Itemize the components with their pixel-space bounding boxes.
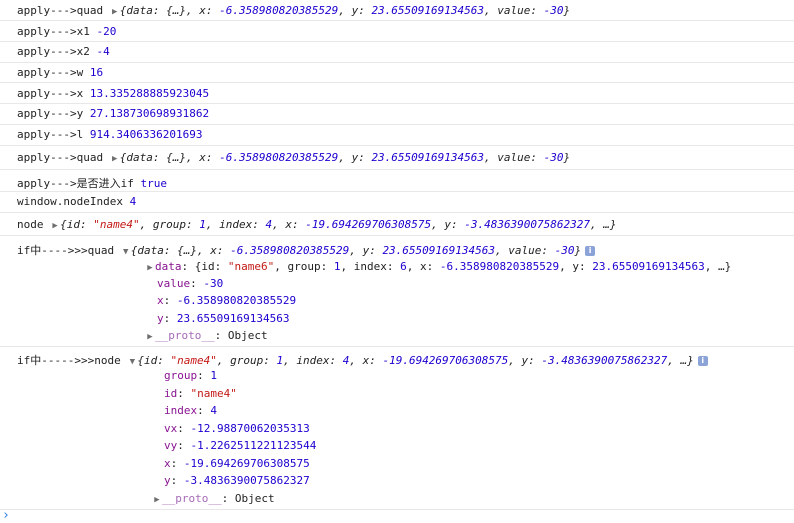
tree-row-x: x: -6.358980820385529	[157, 294, 297, 307]
log-line-node: node ▶ {id: "name4", group: 1, index: 4, …	[17, 218, 617, 231]
tree-row-id: id: "name4"	[164, 387, 237, 400]
expand-triangle-icon[interactable]: ▶	[110, 154, 120, 164]
log-line-w: apply--->w 16	[17, 66, 104, 79]
console-prompt[interactable]: ›	[2, 508, 794, 523]
log-line-y: apply--->y 27.138730698931862	[17, 107, 210, 120]
log-line-if-check: apply--->是否进入if true	[17, 177, 167, 190]
expand-triangle-icon[interactable]: ▶	[152, 495, 162, 505]
log-line-quad-2: apply--->quad ▶ {data: {…}, x: -6.3589808…	[17, 151, 571, 164]
log-line-if-quad: if中---->>>quad ▼ {data: {…}, x: -6.358980…	[17, 242, 794, 258]
tree-row-value: value: -30	[157, 277, 224, 290]
prompt-chevron-icon: ›	[2, 508, 10, 523]
log-line-node-index: window.nodeIndex 4	[17, 195, 137, 208]
tree-row-proto[interactable]: ▶ __proto__: Object	[145, 329, 794, 342]
log-line-x: apply--->x 13.335288885923045	[17, 87, 210, 100]
log-line-x1: apply--->x1 -20	[17, 25, 117, 38]
object-preview[interactable]: {data: {…}, x: -6.358980820385529, y: 23…	[120, 151, 570, 164]
tree-row-proto[interactable]: ▶ __proto__: Object	[152, 492, 794, 505]
expand-triangle-icon[interactable]: ▶	[110, 7, 120, 17]
expand-triangle-icon[interactable]: ▶	[145, 263, 155, 273]
log-line-if-node: if中----->>>node ▼ {id: "name4", group: 1,…	[17, 352, 794, 368]
expand-triangle-icon[interactable]: ▶	[145, 332, 155, 342]
log-line-x2: apply--->x2 -4	[17, 45, 110, 58]
log-label: apply--->quad	[17, 4, 104, 17]
collapse-triangle-icon[interactable]: ▼	[121, 247, 131, 257]
expand-triangle-icon[interactable]: ▶	[50, 221, 60, 231]
tree-row-group: group: 1	[164, 369, 217, 382]
tree-row-index: index: 4	[164, 404, 217, 417]
info-icon[interactable]: i	[585, 246, 596, 256]
tree-row-data[interactable]: ▶ data: {id: "name6", group: 1, index: 6,…	[145, 260, 794, 273]
collapse-triangle-icon[interactable]: ▼	[127, 357, 137, 367]
tree-row-y: y: -3.4836390075862327	[164, 474, 310, 487]
log-line-l: apply--->l 914.3406336201693	[17, 128, 203, 141]
tree-row-y: y: 23.65509169134563	[157, 312, 290, 325]
log-line-quad-1: apply--->quad ▶ {data: {…}, x: -6.3589808…	[17, 4, 794, 17]
object-preview[interactable]: {id: "name4", group: 1, index: 4, x: -19…	[137, 354, 693, 367]
tree-row-vx: vx: -12.98870062035313	[164, 422, 310, 435]
object-preview[interactable]: {data: {…}, x: -6.358980820385529, y: 23…	[131, 244, 581, 257]
tree-row-vy: vy: -1.2262511221123544	[164, 439, 317, 452]
tree-row-x: x: -19.694269706308575	[164, 457, 310, 470]
object-preview[interactable]: {id: "name4", group: 1, index: 4, x: -19…	[60, 218, 616, 231]
info-icon[interactable]: i	[697, 356, 708, 366]
object-preview[interactable]: {data: {…}, x: -6.358980820385529, y: 23…	[120, 4, 570, 17]
